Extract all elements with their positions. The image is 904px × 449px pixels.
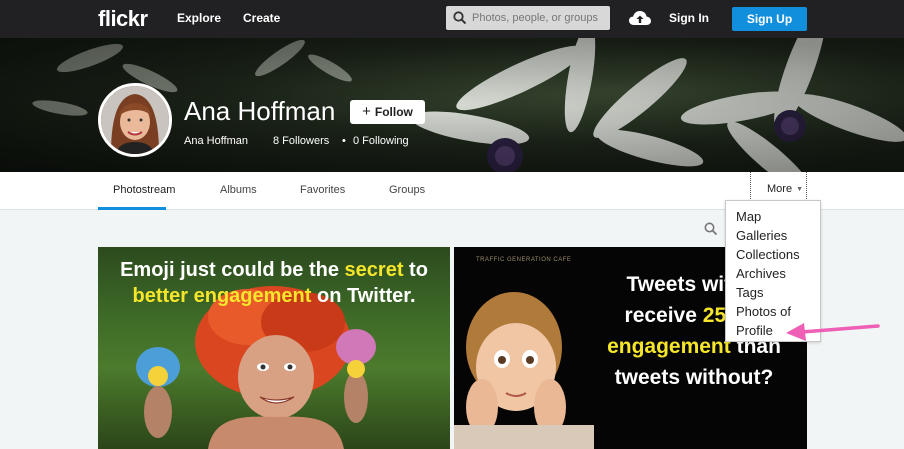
menu-item-map[interactable]: Map — [736, 207, 820, 226]
pink-annotation-arrow-icon — [786, 323, 880, 341]
caption-highlight: secret — [344, 259, 404, 281]
search-icon — [453, 11, 467, 25]
more-label: More — [767, 183, 793, 195]
menu-item-tags[interactable]: Tags — [736, 283, 820, 302]
traffic-generation-cafe-watermark: TRAFFIC GENERATION CAFE — [476, 257, 572, 263]
sign-up-button[interactable]: Sign Up — [732, 7, 807, 31]
profile-name: Ana Hoffman — [184, 96, 336, 126]
photo-emoji-engagement[interactable]: Emoji just could be the secret to better… — [98, 247, 450, 449]
nav-explore[interactable]: Explore — [177, 11, 221, 25]
cover-photo: Ana Hoffman + Follow Ana Hoffman 8 Follow… — [0, 38, 904, 172]
search-box[interactable] — [446, 6, 610, 30]
nav-create[interactable]: Create — [243, 11, 280, 25]
plus-icon: + — [362, 103, 371, 120]
menu-item-archives[interactable]: Archives — [736, 264, 820, 283]
follow-label: Follow — [374, 105, 413, 119]
followers-count[interactable]: 8 Followers — [273, 135, 329, 147]
avatar-photo — [101, 86, 169, 154]
photostream-search-icon[interactable] — [704, 222, 718, 236]
caret-down-icon: ▼ — [796, 186, 803, 193]
tab-photostream[interactable]: Photostream — [113, 184, 175, 196]
meta-separator: • — [342, 135, 346, 147]
menu-item-galleries[interactable]: Galleries — [736, 226, 820, 245]
caption-highlight: better — [132, 285, 194, 307]
photo1-caption: Emoji just could be the secret to better… — [98, 257, 450, 309]
caption-text: Emoji just could be the — [120, 259, 345, 281]
search-input[interactable] — [472, 9, 606, 27]
avatar[interactable] — [98, 83, 172, 157]
caption-text: receive — [624, 304, 703, 327]
caption-text: tweets without? — [614, 366, 774, 389]
caption-text: on Twitter. — [311, 285, 416, 307]
follow-button[interactable]: + Follow — [350, 100, 425, 124]
tab-albums[interactable]: Albums — [220, 184, 257, 196]
caption-highlight: engagement — [193, 285, 312, 307]
top-navbar: flickr Explore Create Sign In Sign Up — [0, 0, 904, 38]
more-menu-button[interactable]: More ▼ — [750, 172, 807, 203]
tab-groups[interactable]: Groups — [389, 184, 425, 196]
upload-cloud-icon[interactable] — [628, 9, 652, 27]
caption-text: to — [403, 259, 428, 281]
caption-highlight: engagement — [607, 335, 731, 358]
flickr-logo[interactable]: flickr — [98, 6, 148, 32]
menu-item-collections[interactable]: Collections — [736, 245, 820, 264]
sign-in-link[interactable]: Sign In — [669, 11, 709, 25]
following-count[interactable]: 0 Following — [353, 135, 409, 147]
active-tab-indicator — [98, 207, 166, 210]
tab-favorites[interactable]: Favorites — [300, 184, 345, 196]
profile-username: Ana Hoffman — [184, 135, 249, 147]
